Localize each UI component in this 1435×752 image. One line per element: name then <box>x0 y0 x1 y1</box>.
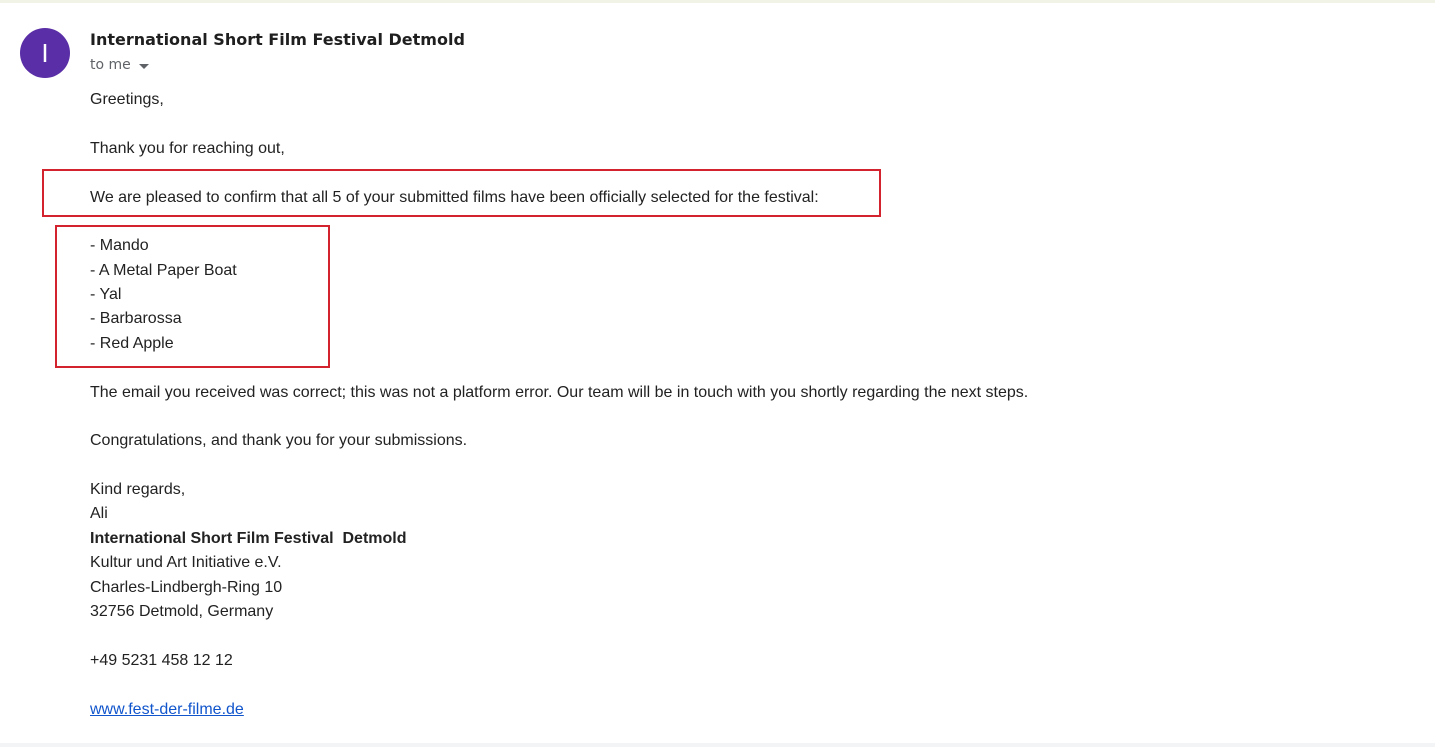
congratulations-text: Congratulations, and thank you for your … <box>90 432 468 449</box>
clarification-text: The email you received was correct; this… <box>90 384 1029 401</box>
thanks-text: Thank you for reaching out, <box>90 140 285 157</box>
film-list-highlight-box <box>55 225 330 368</box>
confirmation-highlight-box <box>42 169 881 217</box>
website-link[interactable]: www.fest-der-filme.de <box>90 701 244 718</box>
sender-avatar[interactable]: I <box>20 28 70 78</box>
top-divider <box>0 0 1435 3</box>
signature-organization: International Short Film Festival Detmol… <box>90 530 407 547</box>
recipient-label: to me <box>90 57 131 73</box>
signature-association: Kultur und Art Initiative e.V. <box>90 554 282 571</box>
recipient-details-toggle[interactable]: to me <box>90 56 149 74</box>
signature-phone: +49 5231 458 12 12 <box>90 652 233 669</box>
sender-name[interactable]: International Short Film Festival Detmol… <box>90 30 465 50</box>
bottom-divider <box>0 743 1435 747</box>
signature-street: Charles-Lindbergh-Ring 10 <box>90 579 283 596</box>
signature-website-line: www.fest-der-filme.de <box>90 700 244 720</box>
greeting-text: Greetings, <box>90 91 164 108</box>
closing-text: Kind regards, <box>90 481 186 498</box>
chevron-down-icon[interactable] <box>138 63 149 69</box>
signature-city: 32756 Detmold, Germany <box>90 603 274 620</box>
email-view: I International Short Film Festival Detm… <box>0 0 1435 752</box>
signer-name: Ali <box>90 505 108 522</box>
